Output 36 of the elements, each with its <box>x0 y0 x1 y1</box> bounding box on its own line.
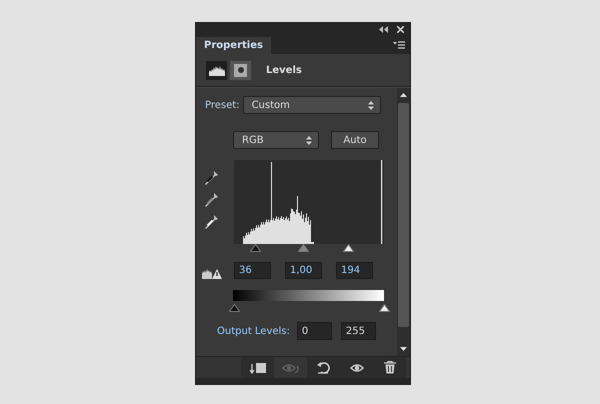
output-levels-label: Output Levels: <box>217 326 290 336</box>
output-slider-handle[interactable] <box>379 304 390 312</box>
auto-button[interactable]: Auto <box>331 131 379 149</box>
eyedropper-icon[interactable] <box>205 192 219 208</box>
eyedropper-icon[interactable] <box>205 214 219 230</box>
output-level-field[interactable]: 255 <box>340 322 376 340</box>
clip-to-layer-icon <box>248 362 266 374</box>
input-level-field[interactable]: 36 <box>234 262 271 279</box>
scroll-down-icon[interactable] <box>400 347 407 351</box>
close-icon[interactable] <box>397 26 404 32</box>
reset-icon <box>316 361 330 374</box>
eyedropper-icon[interactable] <box>205 170 219 186</box>
adjustment-title: Levels <box>266 64 302 76</box>
eye-arrow-icon <box>282 362 300 374</box>
channel-dropdown[interactable]: RGB <box>233 131 319 149</box>
collapse-icon[interactable] <box>379 26 388 32</box>
delete-button[interactable] <box>373 357 406 378</box>
output-slider-handle[interactable] <box>229 304 240 312</box>
levels-mode-button[interactable] <box>206 60 227 80</box>
properties-tab[interactable]: Properties <box>196 37 271 54</box>
input-level-field[interactable]: 1,00 <box>285 262 322 279</box>
mask-mode-button[interactable] <box>230 60 251 80</box>
input-level-field[interactable]: 194 <box>336 262 373 279</box>
clip-to-layer-button[interactable] <box>241 357 274 378</box>
stepper-arrows-icon <box>306 136 312 144</box>
scrollbar[interactable] <box>397 88 410 356</box>
preset-dropdown[interactable]: Custom <box>242 96 381 114</box>
trash-icon <box>384 361 396 374</box>
eye-icon <box>350 362 364 372</box>
output-level-field[interactable]: 0 <box>296 322 332 340</box>
stepper-arrows-icon <box>368 100 374 110</box>
reset-button[interactable] <box>307 357 340 378</box>
scroll-up-icon[interactable] <box>400 93 407 97</box>
clipping-warning-icon[interactable] <box>202 268 222 279</box>
menu-icon[interactable] <box>393 40 405 48</box>
preset-label: Preset: <box>205 100 240 110</box>
